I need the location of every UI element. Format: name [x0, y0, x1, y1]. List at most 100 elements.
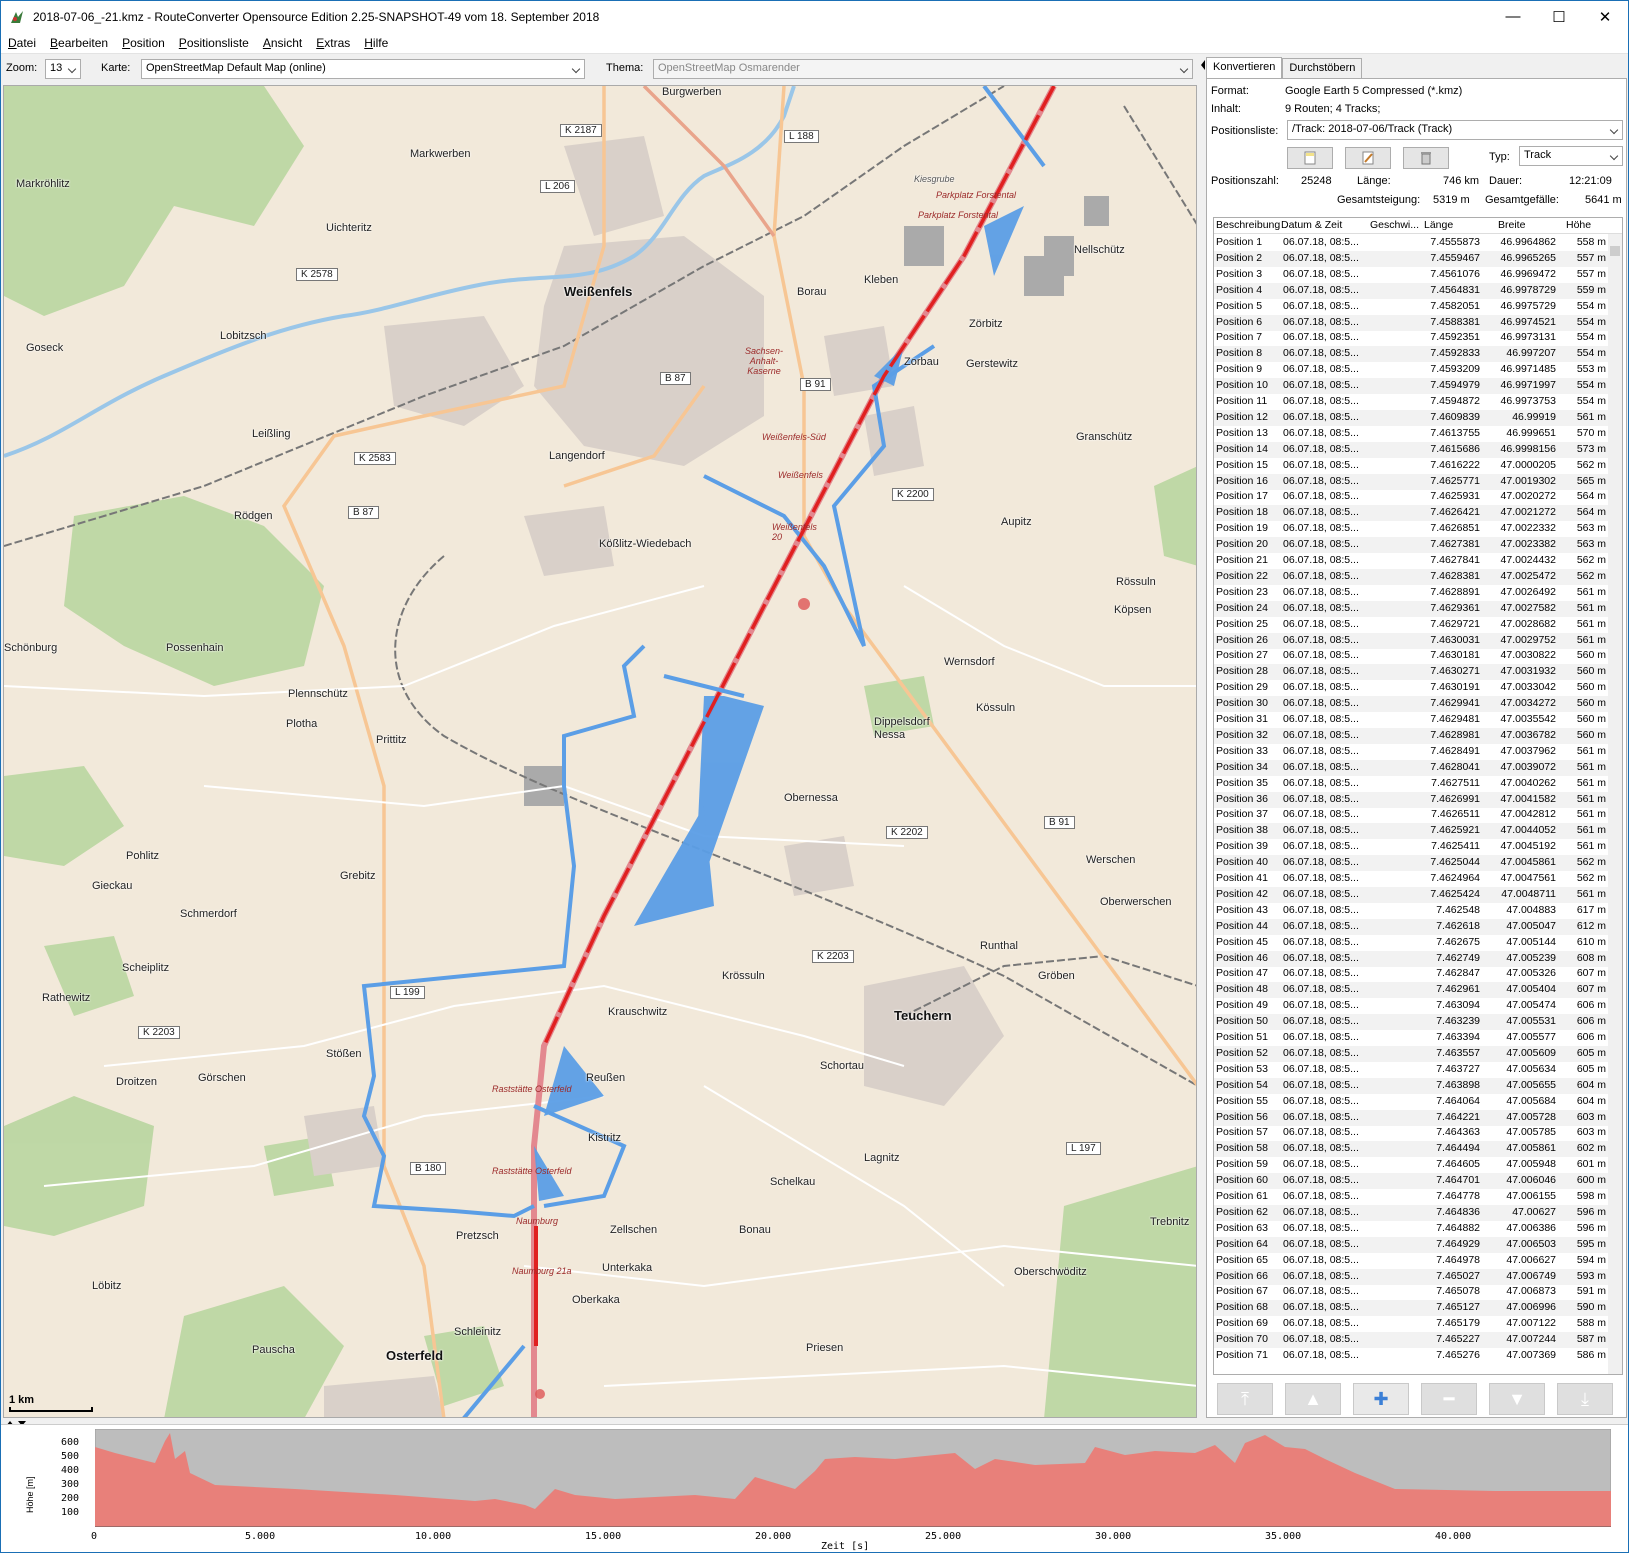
type-select[interactable]: Track [1519, 146, 1623, 166]
table-row[interactable]: Position 10 06.07.18, 08:5... 7.4594979 46.… [1214, 378, 1608, 395]
table-row[interactable]: Position 5 06.07.18, 08:5... 7.4582051 46.9… [1214, 299, 1608, 315]
menu-datei[interactable]: Datei [1, 36, 43, 50]
map-view[interactable]: Burgwerben Markwerben Markröhlitz Uichte… [3, 85, 1197, 1418]
table-row[interactable]: Position 9 06.07.18, 08:5... 7.4593209 46.9… [1214, 362, 1608, 378]
column-header[interactable]: Höhe [1566, 219, 1591, 231]
table-row[interactable]: Position 51 06.07.18, 08:5... 7.463394 47.0… [1214, 1030, 1608, 1046]
table-row[interactable]: Position 62 06.07.18, 08:5... 7.464836 47.0… [1214, 1204, 1608, 1221]
table-row[interactable]: Position 23 06.07.18, 08:5... 7.4628891 47.… [1214, 585, 1608, 601]
table-scrollbar[interactable] [1608, 234, 1622, 1374]
tab-durchstoebern[interactable]: Durchstöbern [1282, 58, 1363, 78]
table-row[interactable]: Position 26 06.07.18, 08:5... 7.4630031 47.… [1214, 632, 1608, 649]
table-row[interactable]: Position 35 06.07.18, 08:5... 7.4627511 47.… [1214, 776, 1608, 792]
table-row[interactable]: Position 17 06.07.18, 08:5... 7.4625931 47.… [1214, 489, 1608, 505]
table-row[interactable]: Position 32 06.07.18, 08:5... 7.4628981 47.… [1214, 727, 1608, 744]
menu-hilfe[interactable]: Hilfe [357, 36, 395, 50]
add-position-button[interactable]: ✚ [1353, 1383, 1409, 1415]
table-row[interactable]: Position 4 06.07.18, 08:5... 7.4564831 46.9… [1214, 282, 1608, 299]
table-row[interactable]: Position 1 06.07.18, 08:5... 7.4555873 46.9… [1214, 235, 1608, 251]
table-row[interactable]: Position 33 06.07.18, 08:5... 7.4628491 47.… [1214, 744, 1608, 760]
table-row[interactable]: Position 56 06.07.18, 08:5... 7.464221 47.0… [1214, 1109, 1608, 1126]
table-row[interactable]: Position 64 06.07.18, 08:5... 7.464929 47.0… [1214, 1236, 1608, 1253]
table-row[interactable]: Position 3 06.07.18, 08:5... 7.4561076 46.9… [1214, 267, 1608, 283]
minimize-button[interactable]: — [1490, 1, 1536, 32]
table-row[interactable]: Position 63 06.07.18, 08:5... 7.464882 47.0… [1214, 1221, 1608, 1237]
table-row[interactable]: Position 69 06.07.18, 08:5... 7.465179 47.0… [1214, 1316, 1608, 1332]
table-row[interactable]: Position 19 06.07.18, 08:5... 7.4626851 47.… [1214, 521, 1608, 537]
table-row[interactable]: Position 8 06.07.18, 08:5... 7.4592833 46.9… [1214, 346, 1608, 363]
column-header[interactable]: Datum & Zeit [1281, 219, 1342, 231]
zoom-select[interactable]: 13 [45, 59, 81, 79]
table-row[interactable]: Position 67 06.07.18, 08:5... 7.465078 47.0… [1214, 1284, 1608, 1300]
table-row[interactable]: Position 59 06.07.18, 08:5... 7.464605 47.0… [1214, 1157, 1608, 1173]
table-row[interactable]: Position 54 06.07.18, 08:5... 7.463898 47.0… [1214, 1077, 1608, 1094]
table-row[interactable]: Position 60 06.07.18, 08:5... 7.464701 47.0… [1214, 1173, 1608, 1190]
table-row[interactable]: Position 18 06.07.18, 08:5... 7.4626421 47.… [1214, 505, 1608, 522]
table-row[interactable]: Position 46 06.07.18, 08:5... 7.462749 47.0… [1214, 950, 1608, 967]
table-row[interactable]: Position 7 06.07.18, 08:5... 7.4592351 46.9… [1214, 330, 1608, 346]
table-row[interactable]: Position 21 06.07.18, 08:5... 7.4627841 47.… [1214, 553, 1608, 569]
table-row[interactable]: Position 48 06.07.18, 08:5... 7.462961 47.0… [1214, 982, 1608, 999]
table-row[interactable]: Position 49 06.07.18, 08:5... 7.463094 47.0… [1214, 998, 1608, 1014]
menu-bearbeiten[interactable]: Bearbeiten [43, 36, 115, 50]
column-header[interactable]: Geschwi... [1370, 219, 1419, 231]
move-bottom-button[interactable]: ⤓ [1557, 1383, 1613, 1415]
table-row[interactable]: Position 65 06.07.18, 08:5... 7.464978 47.0… [1214, 1253, 1608, 1269]
table-row[interactable]: Position 20 06.07.18, 08:5... 7.4627381 47.… [1214, 537, 1608, 554]
table-row[interactable]: Position 42 06.07.18, 08:5... 7.4625424 47.… [1214, 886, 1608, 903]
table-row[interactable]: Position 57 06.07.18, 08:5... 7.464363 47.0… [1214, 1125, 1608, 1141]
table-row[interactable]: Position 6 06.07.18, 08:5... 7.4588381 46.9… [1214, 314, 1608, 331]
elevation-profile[interactable]: Höhe [m] 600 500 400 300 200 100 0 5.000… [1, 1424, 1628, 1552]
table-row[interactable]: Position 28 06.07.18, 08:5... 7.4630271 47.… [1214, 664, 1608, 681]
theme-select[interactable]: OpenStreetMap Osmarender [653, 59, 1193, 79]
table-row[interactable]: Position 55 06.07.18, 08:5... 7.464064 47.0… [1214, 1094, 1608, 1110]
table-row[interactable]: Position 36 06.07.18, 08:5... 7.4626991 47.… [1214, 791, 1608, 808]
table-row[interactable]: Position 70 06.07.18, 08:5... 7.465227 47.0… [1214, 1332, 1608, 1349]
table-row[interactable]: Position 2 06.07.18, 08:5... 7.4559467 46.9… [1214, 250, 1608, 267]
menu-extras[interactable]: Extras [309, 36, 357, 50]
table-row[interactable]: Position 71 06.07.18, 08:5... 7.465276 47.0… [1214, 1348, 1608, 1364]
table-row[interactable]: Position 13 06.07.18, 08:5... 7.4613755 46.… [1214, 426, 1608, 442]
table-row[interactable]: Position 58 06.07.18, 08:5... 7.464494 47.0… [1214, 1141, 1608, 1158]
column-header[interactable]: Breite [1498, 219, 1525, 231]
table-row[interactable]: Position 45 06.07.18, 08:5... 7.462675 47.0… [1214, 935, 1608, 951]
table-row[interactable]: Position 34 06.07.18, 08:5... 7.4628041 47.… [1214, 759, 1608, 776]
table-row[interactable]: Position 30 06.07.18, 08:5... 7.4629941 47.… [1214, 696, 1608, 713]
table-row[interactable]: Position 66 06.07.18, 08:5... 7.465027 47.0… [1214, 1268, 1608, 1285]
table-row[interactable]: Position 14 06.07.18, 08:5... 7.4615686 46.… [1214, 441, 1608, 458]
maximize-button[interactable]: ☐ [1536, 1, 1582, 32]
table-row[interactable]: Position 24 06.07.18, 08:5... 7.4629361 47.… [1214, 600, 1608, 617]
table-row[interactable]: Position 27 06.07.18, 08:5... 7.4630181 47.… [1214, 648, 1608, 664]
column-header[interactable]: Beschreibung [1216, 219, 1280, 231]
table-row[interactable]: Position 53 06.07.18, 08:5... 7.463727 47.0… [1214, 1062, 1608, 1078]
table-row[interactable]: Position 68 06.07.18, 08:5... 7.465127 47.0… [1214, 1300, 1608, 1317]
menu-ansicht[interactable]: Ansicht [256, 36, 309, 50]
table-row[interactable]: Position 61 06.07.18, 08:5... 7.464778 47.0… [1214, 1189, 1608, 1205]
table-row[interactable]: Position 29 06.07.18, 08:5... 7.4630191 47.… [1214, 680, 1608, 696]
table-row[interactable]: Position 52 06.07.18, 08:5... 7.463557 47.0… [1214, 1045, 1608, 1062]
table-row[interactable]: Position 12 06.07.18, 08:5... 7.4609839 46.… [1214, 409, 1608, 426]
table-row[interactable]: Position 50 06.07.18, 08:5... 7.463239 47.0… [1214, 1014, 1608, 1031]
table-row[interactable]: Position 43 06.07.18, 08:5... 7.462548 47.0… [1214, 903, 1608, 919]
poslist-select[interactable]: /Track: 2018-07-06/Track (Track) [1287, 120, 1623, 140]
rename-list-button[interactable] [1345, 147, 1391, 169]
remove-position-button[interactable]: ━ [1421, 1383, 1477, 1415]
move-up-button[interactable]: ▲ [1285, 1383, 1341, 1415]
table-row[interactable]: Position 47 06.07.18, 08:5... 7.462847 47.0… [1214, 966, 1608, 982]
table-row[interactable]: Position 11 06.07.18, 08:5... 7.4594872 46.… [1214, 394, 1608, 410]
table-row[interactable]: Position 22 06.07.18, 08:5... 7.4628381 47.… [1214, 568, 1608, 585]
move-down-button[interactable]: ▼ [1489, 1383, 1545, 1415]
delete-list-button[interactable] [1403, 147, 1449, 169]
table-row[interactable]: Position 41 06.07.18, 08:5... 7.4624964 47.… [1214, 871, 1608, 887]
table-row[interactable]: Position 31 06.07.18, 08:5... 7.4629481 47.… [1214, 712, 1608, 728]
table-row[interactable]: Position 38 06.07.18, 08:5... 7.4625921 47.… [1214, 823, 1608, 840]
table-row[interactable]: Position 37 06.07.18, 08:5... 7.4626511 47.… [1214, 807, 1608, 823]
table-row[interactable]: Position 15 06.07.18, 08:5... 7.4616222 47.… [1214, 458, 1608, 474]
table-row[interactable]: Position 25 06.07.18, 08:5... 7.4629721 47.… [1214, 617, 1608, 633]
menu-positionsliste[interactable]: Positionsliste [172, 36, 256, 50]
table-row[interactable]: Position 39 06.07.18, 08:5... 7.4625411 47.… [1214, 839, 1608, 855]
column-header[interactable]: Länge [1424, 219, 1453, 231]
menu-position[interactable]: Position [115, 36, 172, 50]
table-row[interactable]: Position 16 06.07.18, 08:5... 7.4625771 47.… [1214, 473, 1608, 490]
scrollbar-thumb[interactable] [1610, 246, 1620, 256]
